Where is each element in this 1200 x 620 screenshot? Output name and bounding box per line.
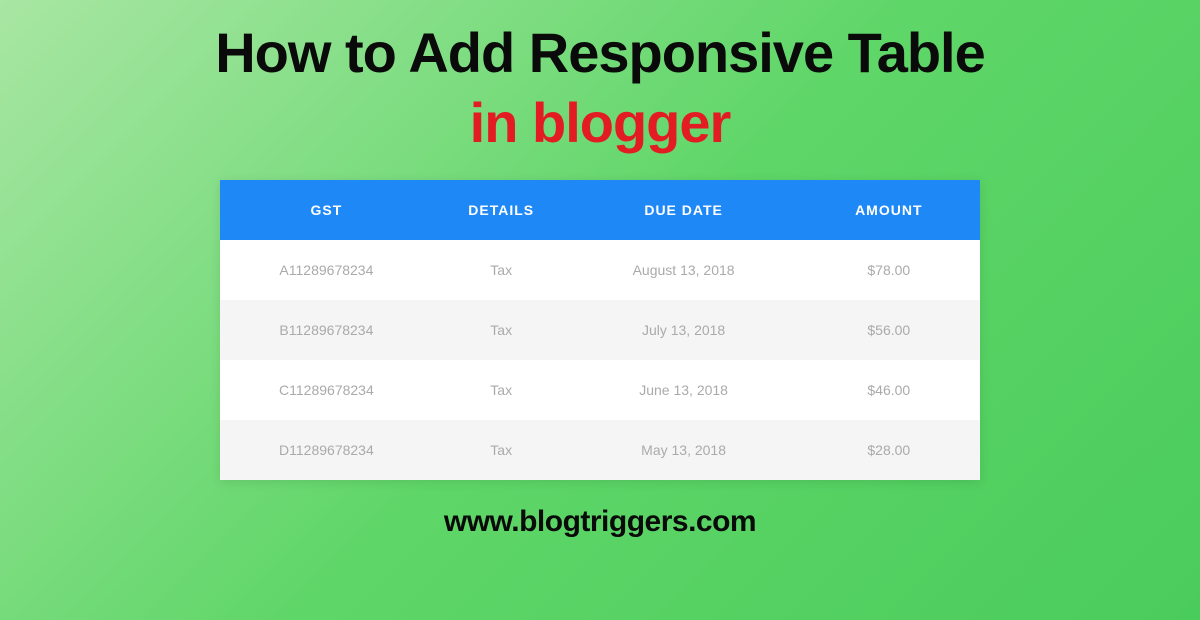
- cell-amount: $56.00: [798, 300, 980, 360]
- cell-amount: $78.00: [798, 240, 980, 300]
- cell-gst: A11289678234: [220, 240, 433, 300]
- cell-gst: B11289678234: [220, 300, 433, 360]
- table-row: A11289678234 Tax August 13, 2018 $78.00: [220, 240, 980, 300]
- cell-details: Tax: [433, 240, 570, 300]
- cell-amount: $46.00: [798, 360, 980, 420]
- header-amount: AMOUNT: [798, 180, 980, 240]
- cell-duedate: May 13, 2018: [570, 420, 798, 480]
- header-gst: GST: [220, 180, 433, 240]
- header-details: DETAILS: [433, 180, 570, 240]
- table-row: B11289678234 Tax July 13, 2018 $56.00: [220, 300, 980, 360]
- cell-duedate: August 13, 2018: [570, 240, 798, 300]
- table-row: D11289678234 Tax May 13, 2018 $28.00: [220, 420, 980, 480]
- cell-details: Tax: [433, 360, 570, 420]
- cell-duedate: July 13, 2018: [570, 300, 798, 360]
- cell-amount: $28.00: [798, 420, 980, 480]
- responsive-table: GST DETAILS DUE DATE AMOUNT A11289678234…: [220, 180, 980, 480]
- table-header-row: GST DETAILS DUE DATE AMOUNT: [220, 180, 980, 240]
- cell-duedate: June 13, 2018: [570, 360, 798, 420]
- cell-gst: D11289678234: [220, 420, 433, 480]
- table-row: C11289678234 Tax June 13, 2018 $46.00: [220, 360, 980, 420]
- cell-details: Tax: [433, 300, 570, 360]
- title-line-1: How to Add Responsive Table: [215, 20, 985, 85]
- cell-gst: C11289678234: [220, 360, 433, 420]
- footer-url: www.blogtriggers.com: [444, 505, 756, 539]
- title-line-2: in blogger: [470, 90, 731, 155]
- cell-details: Tax: [433, 420, 570, 480]
- header-duedate: DUE DATE: [570, 180, 798, 240]
